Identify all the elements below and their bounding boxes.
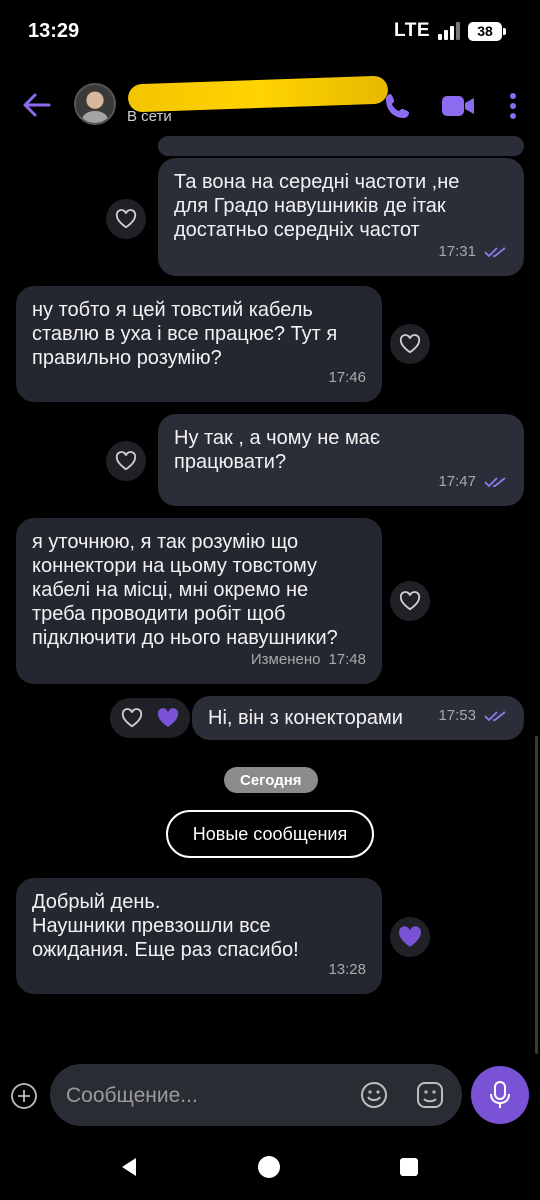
emoji-icon[interactable] <box>359 1080 389 1110</box>
reaction-button[interactable] <box>106 441 146 481</box>
chat-messages[interactable]: Та вона на середні частоти ,не для Градо… <box>0 136 540 1056</box>
composer: Сообщение... <box>0 1056 540 1136</box>
new-messages-button[interactable]: Новые сообщения <box>166 810 374 858</box>
message-line: ожидания. Еще раз спасибо! <box>32 939 299 961</box>
message-text: Ні, він з конекторами <box>208 706 403 730</box>
network-type: LTE <box>394 20 430 41</box>
message-line: треба проводити робіт щоб <box>32 603 286 625</box>
date-divider: Сегодня <box>224 767 318 793</box>
message-text: ну тобто я цей товстий кабель ставлю в у… <box>32 298 337 370</box>
sticker-icon[interactable] <box>415 1080 445 1110</box>
heart-icon <box>399 591 421 611</box>
battery-icon: 38 <box>468 21 506 41</box>
message-time: 17:47 <box>438 473 476 490</box>
message-time: 13:28 <box>328 961 366 978</box>
message-time: 17:46 <box>328 369 366 386</box>
signal-icon <box>438 22 460 40</box>
message-input-placeholder: Сообщение... <box>66 1084 198 1107</box>
message-meta: 17:47 <box>438 470 508 494</box>
message-line: працювати? <box>174 451 287 473</box>
message-bubble-partial <box>158 136 524 156</box>
message-line: Ну так , а чому не має <box>174 427 381 449</box>
heart-filled-icon <box>399 926 422 947</box>
message-bubble-outgoing[interactable]: Ні, він з конекторами 17:53 <box>192 696 524 740</box>
read-ticks-icon <box>484 247 506 258</box>
read-ticks-icon <box>484 477 506 488</box>
reaction-button[interactable] <box>390 324 430 364</box>
message-line: правильно розумію? <box>32 347 222 369</box>
heart-filled-icon[interactable] <box>152 702 184 734</box>
reaction-button[interactable] <box>390 917 430 957</box>
video-icon[interactable] <box>440 88 476 124</box>
message-input[interactable]: Сообщение... <box>50 1064 462 1126</box>
battery-level: 38 <box>477 23 493 39</box>
message-text: я уточнюю, я так розумію що коннектори н… <box>32 530 338 650</box>
nav-back-icon[interactable] <box>118 1156 140 1178</box>
message-line: коннектори на цьому товстому <box>32 555 317 577</box>
message-line: ставлю в уха і все працює? Тут я <box>32 323 338 345</box>
message-bubble-outgoing[interactable]: Ну так , а чому не має працювати? 17:47 <box>158 414 524 506</box>
contact-status: В сети <box>127 108 172 125</box>
heart-icon <box>115 209 137 229</box>
system-nav-bar <box>0 1136 540 1200</box>
message-line: для Градо навушників де ітак <box>174 195 446 217</box>
message-line: ну тобто я цей товстий кабель <box>32 299 313 321</box>
message-line: підключити до нього навушники? <box>32 627 338 649</box>
nav-home-icon[interactable] <box>258 1156 280 1178</box>
contact-name-redacted[interactable] <box>127 75 389 113</box>
more-icon[interactable] <box>498 88 528 124</box>
message-line: кабелі на місці, мні окремо не <box>32 579 309 601</box>
message-line: достатньо середніх частот <box>174 219 420 241</box>
message-meta: 13:28 <box>328 958 366 982</box>
mic-icon <box>490 1081 510 1108</box>
avatar[interactable] <box>74 83 116 125</box>
message-line: Ні, він з конекторами <box>208 707 403 729</box>
message-time: 17:31 <box>438 243 476 260</box>
message-bubble-outgoing[interactable]: Та вона на середні частоти ,не для Градо… <box>158 158 524 276</box>
message-line: Добрый день. <box>32 891 161 913</box>
message-time: 17:48 <box>328 651 366 668</box>
message-bubble-incoming[interactable]: ну тобто я цей товстий кабель ставлю в у… <box>16 286 382 402</box>
message-text: Ну так , а чому не має працювати? <box>174 426 380 474</box>
message-time: 17:53 <box>438 707 476 724</box>
status-time: 13:29 <box>28 20 80 42</box>
message-meta: Изменено 17:48 <box>251 648 366 672</box>
status-bar: 13:29 LTE 38 <box>0 0 540 66</box>
message-bubble-incoming[interactable]: я уточнюю, я так розумію що коннектори н… <box>16 518 382 684</box>
nav-recents-icon[interactable] <box>400 1158 418 1176</box>
back-arrow-icon[interactable] <box>20 88 54 122</box>
status-indicators: LTE 38 <box>394 20 506 42</box>
mic-button[interactable] <box>471 1066 529 1124</box>
heart-icon <box>115 451 137 471</box>
message-meta: 17:53 <box>438 704 508 728</box>
reaction-button[interactable] <box>390 581 430 621</box>
heart-icon <box>399 334 421 354</box>
read-ticks-icon <box>484 711 506 722</box>
message-line: я уточнюю, я так розумію що <box>32 531 299 553</box>
message-text: Добрый день. Наушники превзошли все ожид… <box>32 890 299 962</box>
message-bubble-incoming[interactable]: Добрый день. Наушники превзошли все ожид… <box>16 878 382 994</box>
message-meta: 17:46 <box>328 366 366 390</box>
reaction-button[interactable] <box>106 199 146 239</box>
message-text: Та вона на середні частоти ,не для Градо… <box>174 170 459 242</box>
heart-icon[interactable] <box>116 702 148 734</box>
message-meta: 17:31 <box>438 240 508 264</box>
scrollbar[interactable] <box>535 736 538 1054</box>
chat-header: В сети <box>0 66 540 146</box>
edited-label: Изменено <box>250 651 321 668</box>
plus-icon[interactable] <box>10 1082 38 1110</box>
message-line: Наушники превзошли все <box>32 915 271 937</box>
message-line: Та вона на середні частоти ,не <box>174 171 460 193</box>
call-icon[interactable] <box>380 88 416 124</box>
reaction-group[interactable] <box>110 698 190 738</box>
